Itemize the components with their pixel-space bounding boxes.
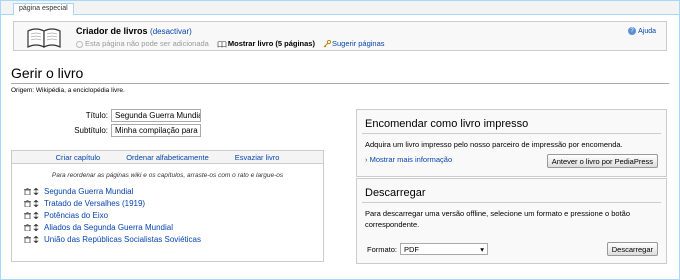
drag-handle-icon[interactable] <box>33 199 39 207</box>
title-divider <box>11 83 669 84</box>
clear-book-link[interactable]: Esvaziar livro <box>235 153 280 162</box>
order-print-panel: Encomendar como livro impresso Adquira u… <box>356 109 667 177</box>
chapters-panel: Criar capítulo Ordenar alfabeticamente E… <box>11 150 324 262</box>
book-icon <box>217 40 227 48</box>
chapter-item[interactable]: Tratado de Versalhes (1919) <box>24 197 323 209</box>
more-info-link[interactable]: › Mostrar mais informação <box>365 155 452 164</box>
drag-handle-icon[interactable] <box>33 211 39 219</box>
arrow-right-icon: › <box>365 155 368 164</box>
format-value: PDF <box>404 244 420 254</box>
chapter-title[interactable]: Segunda Guerra Mundial <box>44 187 133 196</box>
trash-icon[interactable] <box>24 211 31 219</box>
add-page-disabled: Esta página não pode ser adicionada <box>76 39 209 48</box>
page-frame: página especial Criador de livros (desac… <box>0 0 680 280</box>
origin-note: Origem: Wikipédia, a enciclopédia livre. <box>11 87 125 94</box>
create-chapter-link[interactable]: Criar capítulo <box>56 153 101 162</box>
chapter-list: Segunda Guerra Mundial Tratado de Versal… <box>24 185 323 245</box>
reorder-hint: Para reordenar as páginas wiki e os capí… <box>51 172 284 179</box>
book-creator-title: Criador de livros (desactivar) <box>76 26 192 36</box>
book-creator-label: Criador de livros <box>76 26 148 36</box>
trash-icon[interactable] <box>24 199 31 207</box>
page-title: Gerir o livro <box>11 65 84 81</box>
dropdown-arrow-icon: ▾ <box>480 244 485 254</box>
format-select[interactable]: PDF ▾ <box>400 243 489 255</box>
chapter-title[interactable]: Potências do Eixo <box>44 211 108 220</box>
download-text: Para descarregar uma versão offline, sel… <box>365 209 631 229</box>
chapter-title[interactable]: Aliados da Segunda Guerra Mundial <box>44 223 173 232</box>
preview-pediapress-button[interactable]: Antever o livro por PediaPress <box>546 154 658 168</box>
open-book-icon <box>27 28 61 48</box>
subtitle-input[interactable]: Minha compilação para <box>111 124 201 137</box>
order-print-text: Adquira um livro impresso pelo nosso par… <box>365 140 623 149</box>
tab-bar: página especial <box>1 1 679 15</box>
chapter-item[interactable]: União das Repúblicas Socialistas Soviéti… <box>24 233 323 245</box>
trash-icon[interactable] <box>24 235 31 243</box>
title-row: Título: Segunda Guerra Mundial <box>11 109 201 122</box>
trash-icon[interactable] <box>24 187 31 195</box>
subtitle-label: Subtítulo: <box>74 126 108 135</box>
chapter-title[interactable]: União das Repúblicas Socialistas Soviéti… <box>44 235 201 244</box>
chapter-item[interactable]: Segunda Guerra Mundial <box>24 185 323 197</box>
title-input[interactable]: Segunda Guerra Mundial <box>111 109 201 122</box>
help-label: Ajuda <box>638 27 656 35</box>
format-label: Formato: <box>367 244 398 254</box>
deactivate-link[interactable]: (desactivar) <box>150 27 192 36</box>
help-link[interactable]: ? Ajuda <box>628 27 656 35</box>
chapter-item[interactable]: Potências do Eixo <box>24 209 323 221</box>
chapters-toolbar: Criar capítulo Ordenar alfabeticamente E… <box>12 151 323 164</box>
order-print-title: Encomendar como livro impresso <box>362 110 661 134</box>
download-panel: Descarregar Para descarregar uma versão … <box>356 178 667 264</box>
add-page-label: Esta página não pode ser adicionada <box>85 39 209 48</box>
disabled-add-icon <box>76 40 83 48</box>
download-button[interactable]: Descarregar <box>606 242 658 256</box>
title-label: Título: <box>85 111 108 120</box>
drag-handle-icon[interactable] <box>33 223 39 231</box>
chapter-title[interactable]: Tratado de Versalhes (1919) <box>44 199 145 208</box>
more-info-label: Mostrar mais informação <box>369 155 453 164</box>
format-row: Formato: PDF ▾ <box>367 243 489 255</box>
key-icon <box>323 39 332 48</box>
suggest-pages-link[interactable]: Sugerir páginas <box>323 39 385 48</box>
show-book-label: Mostrar livro (5 páginas) <box>227 39 315 48</box>
drag-handle-icon[interactable] <box>33 235 39 243</box>
subtitle-row: Subtítulo: Minha compilação para <box>11 124 201 137</box>
tab-special-page[interactable]: página especial <box>13 3 74 15</box>
sort-alphabetically-link[interactable]: Ordenar alfabeticamente <box>126 153 209 162</box>
suggest-pages-label: Sugerir páginas <box>331 39 385 48</box>
download-title: Descarregar <box>362 179 661 203</box>
help-icon: ? <box>628 27 637 35</box>
trash-icon[interactable] <box>24 223 31 231</box>
book-creator-actions: Esta página não pode ser adicionada Most… <box>76 39 385 48</box>
book-creator-box: Criador de livros (desactivar) Esta pági… <box>13 21 667 51</box>
chapter-item[interactable]: Aliados da Segunda Guerra Mundial <box>24 221 323 233</box>
drag-handle-icon[interactable] <box>33 187 39 195</box>
show-book-link[interactable]: Mostrar livro (5 páginas) <box>217 39 315 48</box>
